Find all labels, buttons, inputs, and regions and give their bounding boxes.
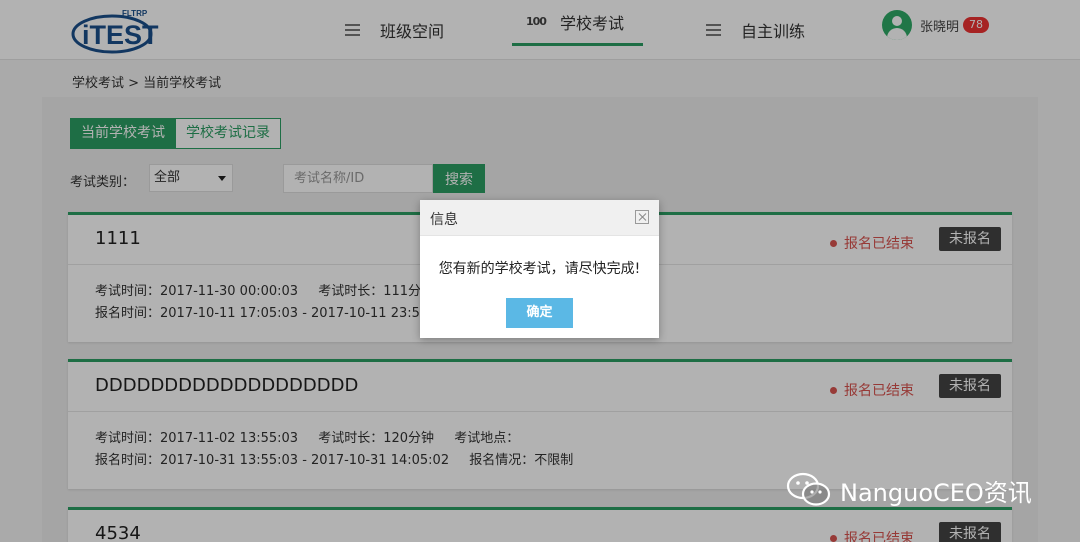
confirm-button[interactable]: 确定 — [506, 298, 573, 328]
watermark: NanguoCEO资讯 — [786, 472, 1032, 508]
info-dialog: 信息 您有新的学校考试，请尽快完成! 确定 — [420, 200, 659, 338]
dialog-header: 信息 — [420, 200, 659, 236]
close-icon[interactable] — [635, 210, 649, 224]
dialog-message: 您有新的学校考试，请尽快完成! — [438, 261, 641, 277]
wechat-icon — [786, 472, 831, 506]
watermark-text: NanguoCEO资讯 — [840, 478, 1032, 507]
dialog-title: 信息 — [430, 212, 458, 228]
